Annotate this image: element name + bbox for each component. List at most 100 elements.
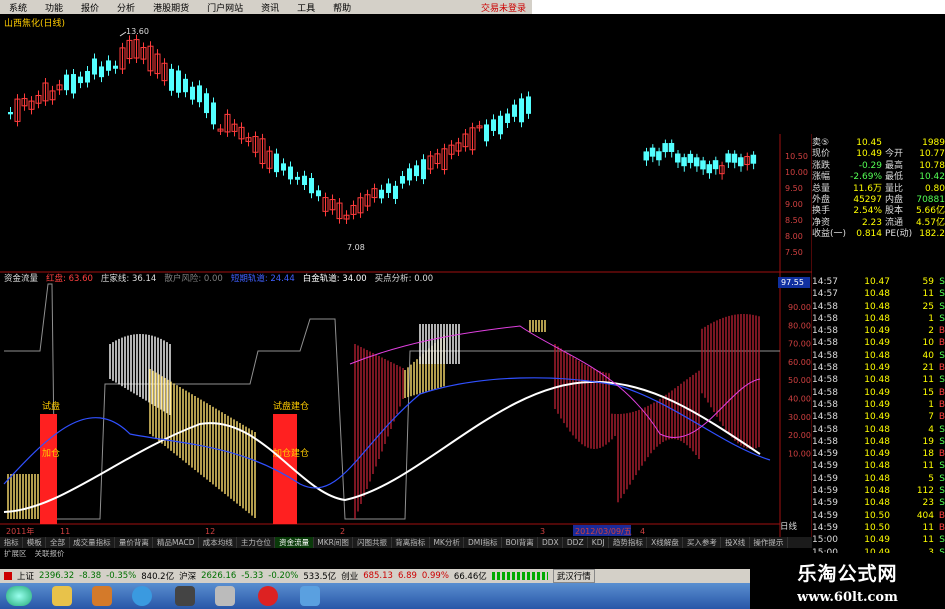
tick-row: 14:58 10.48 11 S — [812, 374, 945, 386]
taskbar — [0, 583, 750, 609]
tick-volume: 7 — [928, 412, 934, 423]
indicator-axis-label: 70.00 — [788, 340, 811, 349]
indicator-tab[interactable]: 趋势指标 — [609, 537, 648, 548]
indicator-tab[interactable]: MK分析 — [430, 537, 465, 548]
indicator-tab[interactable]: BOI背离 — [502, 537, 539, 548]
date-axis-label: 2 — [340, 527, 345, 536]
tick-price: 10.48 — [864, 498, 890, 509]
menu-item-hk-futures[interactable]: 港股期货 — [144, 1, 198, 14]
menu-item-news[interactable]: 资讯 — [252, 1, 288, 14]
tick-volume: 1 — [928, 399, 934, 410]
indicator-tab[interactable]: DMI指标 — [464, 537, 503, 548]
tick-list[interactable]: 14:57 10.47 59 S 14:57 10.48 11 S 14:58 10.48 25 S 1… — [812, 276, 945, 559]
candle-body — [643, 151, 649, 161]
menu-item-system[interactable]: 系统 — [0, 1, 36, 14]
indicator-tab[interactable]: 量价背离 — [115, 537, 154, 548]
tick-volume: 112 — [916, 486, 934, 497]
indicator-tab[interactable]: 成交量指标 — [70, 537, 116, 548]
tick-time: 14:57 — [812, 277, 838, 287]
extension-tab[interactable]: 扩展区 — [0, 548, 31, 558]
start-button[interactable] — [6, 586, 32, 606]
menu-item-help[interactable]: 帮助 — [324, 1, 360, 14]
indicator-tab[interactable]: 成本均线 — [199, 537, 238, 548]
tick-side: B — [938, 326, 945, 337]
stock-app-icon[interactable] — [258, 586, 278, 606]
video-icon[interactable] — [175, 586, 195, 606]
tick-time: 14:58 — [812, 375, 838, 386]
quote-label-2: 今开 — [885, 149, 904, 160]
tick-time: 14:58 — [812, 424, 838, 435]
tick-row: 14:58 10.48 4 S — [812, 424, 945, 436]
tick-side: B — [938, 522, 945, 533]
indicator-tab[interactable]: 资金流量 — [275, 537, 314, 548]
price-axis-label: 10.50 — [785, 152, 808, 161]
quote-row: 收益(一) 0.814 PE(动) 182.2 — [812, 229, 945, 240]
tick-time: 14:59 — [812, 461, 838, 472]
tick-price: 10.48 — [864, 301, 890, 312]
indicator-axis-label: 80.00 — [788, 321, 811, 330]
menu-item-analysis[interactable]: 分析 — [108, 1, 144, 14]
candle-body — [526, 96, 531, 114]
indicator-tab[interactable]: 主力仓位 — [237, 537, 276, 548]
browser-icon[interactable] — [132, 586, 152, 606]
trade-login-status[interactable]: 交易未登录 — [481, 1, 532, 14]
indicator-tab[interactable]: 买入参考 — [683, 537, 722, 548]
indicator-tab[interactable]: 模板 — [23, 537, 47, 548]
extension-tab[interactable]: 关联报价 — [31, 548, 69, 558]
indicator-series: 90.00 80.00 70.00 60.00 50.00 40.00 30.00 20.00… — [3, 277, 811, 536]
indicator-tab[interactable]: 全部 — [46, 537, 70, 548]
indicator-tab[interactable]: 闪图共振 — [353, 537, 392, 548]
sz-label: 沪深 — [179, 572, 197, 582]
indicator-tab[interactable]: 投X线 — [721, 537, 750, 548]
tick-time: 14:58 — [812, 436, 838, 447]
tick-time: 14:59 — [812, 510, 838, 521]
candle-body — [190, 86, 195, 100]
indicator-tab[interactable]: KDJ — [588, 537, 610, 548]
indicator-tab[interactable]: DDX — [538, 537, 564, 548]
tick-row: 14:59 10.49 18 B — [812, 448, 945, 460]
tick-side: B — [938, 510, 945, 521]
date-axis-label: 12 — [205, 527, 215, 536]
quote-label: 净资 — [812, 217, 831, 228]
quote-row: 现价 10.49 今开 10.77 — [812, 149, 945, 160]
candle-body — [491, 119, 496, 131]
candle-body — [400, 176, 405, 184]
indicator-axis-label: 50.00 — [788, 376, 811, 385]
indicator-tab[interactable]: 背离指标 — [392, 537, 430, 548]
tick-price: 10.48 — [864, 473, 890, 484]
date-axis-label: 3 — [540, 527, 545, 536]
app-icon[interactable] — [215, 586, 235, 606]
taskbar-item-icon[interactable] — [300, 586, 320, 606]
explorer-icon[interactable] — [52, 586, 72, 606]
date-axis-label: 2011年 — [6, 526, 34, 536]
candle-body — [668, 142, 675, 152]
menu-item-tools[interactable]: 工具 — [288, 1, 324, 14]
indicator-tab[interactable]: 精品MACD — [153, 537, 200, 548]
quote-value-2: 70881 — [916, 194, 945, 205]
media-player-icon[interactable] — [92, 586, 112, 606]
candle-body — [693, 157, 700, 167]
tick-side: S — [939, 424, 945, 435]
wuhan-quote-label[interactable]: 武汉行情 — [552, 569, 595, 583]
tick-time: 14:58 — [812, 350, 838, 361]
indicator-tab[interactable]: DDZ — [563, 537, 589, 548]
quote-value-2: 5.66亿 — [915, 206, 945, 217]
quote-label: 换手 — [812, 206, 831, 217]
quote-row: 净资 2.23 流通 4.57亿 — [812, 218, 945, 229]
indicator-tab[interactable]: MKR间图 — [314, 537, 354, 548]
period-label[interactable]: 日线 — [780, 520, 812, 537]
indicator-tab[interactable]: X线解盘 — [647, 537, 684, 548]
tick-time: 14:59 — [812, 473, 838, 484]
quote-value-2: 1989 — [922, 138, 945, 148]
menu-item-function[interactable]: 功能 — [36, 1, 72, 14]
candle-body — [302, 175, 307, 186]
tick-volume: 2 — [928, 326, 934, 337]
tick-price: 10.48 — [864, 350, 890, 361]
sz-value: 2626.16 — [201, 571, 237, 581]
menu-item-quote[interactable]: 报价 — [72, 1, 108, 14]
indicator-tab[interactable]: 操作提示 — [750, 537, 788, 548]
quote-value: 45297 — [853, 194, 882, 205]
menu-item-portal[interactable]: 门户网站 — [198, 1, 252, 14]
tick-volume: 11 — [922, 535, 934, 546]
indicator-tab[interactable]: 指标 — [0, 537, 24, 548]
